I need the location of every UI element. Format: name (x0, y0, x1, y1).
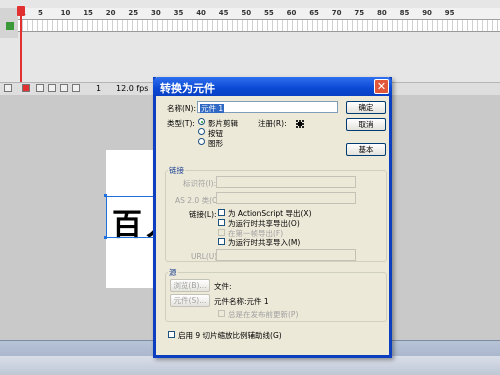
always-update-label: 总是在发布前更新(P) (228, 310, 299, 319)
type-radio-button[interactable] (198, 128, 205, 135)
url-field[interactable] (216, 249, 356, 261)
as2-class-field[interactable] (216, 192, 356, 204)
ruler-tick: 80 (377, 9, 387, 17)
edit-multiple-frames-icon[interactable] (60, 84, 68, 92)
export-first-frame-checkbox[interactable] (218, 229, 225, 236)
scale9-checkbox[interactable] (168, 331, 175, 338)
ruler-tick: 10 (60, 9, 71, 17)
ruler-tick: 25 (128, 9, 139, 17)
ruler-tick: 45 (218, 9, 229, 17)
linkage-label: 链接(L): (189, 210, 217, 219)
registration-grid-icon[interactable] (295, 119, 304, 128)
layer-icon[interactable] (6, 22, 14, 30)
ruler-tick: 55 (264, 9, 274, 17)
import-runtime-label: 为运行时共享导入(M) (228, 238, 301, 247)
ruler-tick: 65 (309, 9, 319, 17)
registration-label: 注册(R): (258, 119, 287, 128)
browse-button[interactable]: 浏览(B)... (170, 279, 210, 292)
ruler-tick: 60 (286, 9, 297, 17)
symbol-name: 元件名称:元件 1 (214, 297, 269, 306)
playhead[interactable] (20, 7, 22, 93)
ruler-tick: 40 (196, 9, 206, 17)
cancel-button[interactable]: 取消 (346, 118, 386, 131)
properties-bar (0, 356, 500, 375)
center-frame-icon[interactable] (22, 84, 30, 92)
identifier-label: 标识符(I): (183, 179, 217, 188)
timeline-ruler[interactable]: 15101520253035404550556065707580859095 (0, 8, 500, 20)
playhead-handle[interactable] (17, 6, 25, 16)
ruler-tick: 95 (444, 9, 455, 17)
ruler-tick: 75 (354, 9, 365, 17)
timeline-frames[interactable] (18, 20, 500, 32)
always-update-checkbox[interactable] (218, 310, 225, 317)
import-runtime-checkbox[interactable] (218, 238, 225, 245)
name-value: 元件 1 (200, 104, 225, 113)
ruler-tick: 50 (241, 9, 252, 17)
frame-rate: 12.0 fps (116, 84, 149, 93)
type-radio-movieclip[interactable] (198, 118, 205, 125)
file-label: 文件: (214, 282, 232, 291)
source-title: 源 (168, 267, 178, 278)
name-label: 名称(N): (167, 104, 196, 113)
ruler-tick: 70 (331, 9, 342, 17)
basic-button[interactable]: 基本 (346, 143, 386, 156)
name-field[interactable]: 元件 1 (197, 101, 338, 113)
trash-icon[interactable] (4, 84, 12, 92)
type-radio-graphic[interactable] (198, 138, 205, 145)
ruler-tick: 5 (38, 9, 43, 17)
export-runtime-checkbox[interactable] (218, 219, 225, 226)
ruler-tick: 15 (83, 9, 93, 17)
linkage-title: 链接 (168, 165, 185, 176)
current-frame: 1 (96, 84, 102, 93)
symbol-button[interactable]: 元件(S)... (170, 294, 210, 307)
type-option-graphic: 图形 (208, 139, 223, 148)
ruler-tick: 20 (105, 9, 116, 17)
ok-button[interactable]: 确定 (346, 101, 386, 114)
type-label: 类型(T): (167, 119, 195, 128)
dialog-title: 转换为元件 (160, 82, 215, 95)
ruler-tick: 90 (422, 9, 432, 17)
ruler-tick: 30 (151, 9, 161, 17)
export-actionscript-checkbox[interactable] (218, 209, 225, 216)
ruler-tick: 35 (173, 9, 184, 17)
ruler-tick: 85 (399, 9, 410, 17)
scale9-label: 启用 9 切片缩放比例辅助线(G) (178, 331, 282, 340)
modify-markers-icon[interactable] (72, 84, 80, 92)
selection-handle[interactable] (104, 236, 107, 239)
selection-handle[interactable] (104, 194, 107, 197)
identifier-field[interactable] (216, 176, 356, 188)
close-icon[interactable]: ✕ (374, 79, 389, 94)
onion-skin-icon[interactable] (36, 84, 44, 92)
onion-outline-icon[interactable] (48, 84, 56, 92)
